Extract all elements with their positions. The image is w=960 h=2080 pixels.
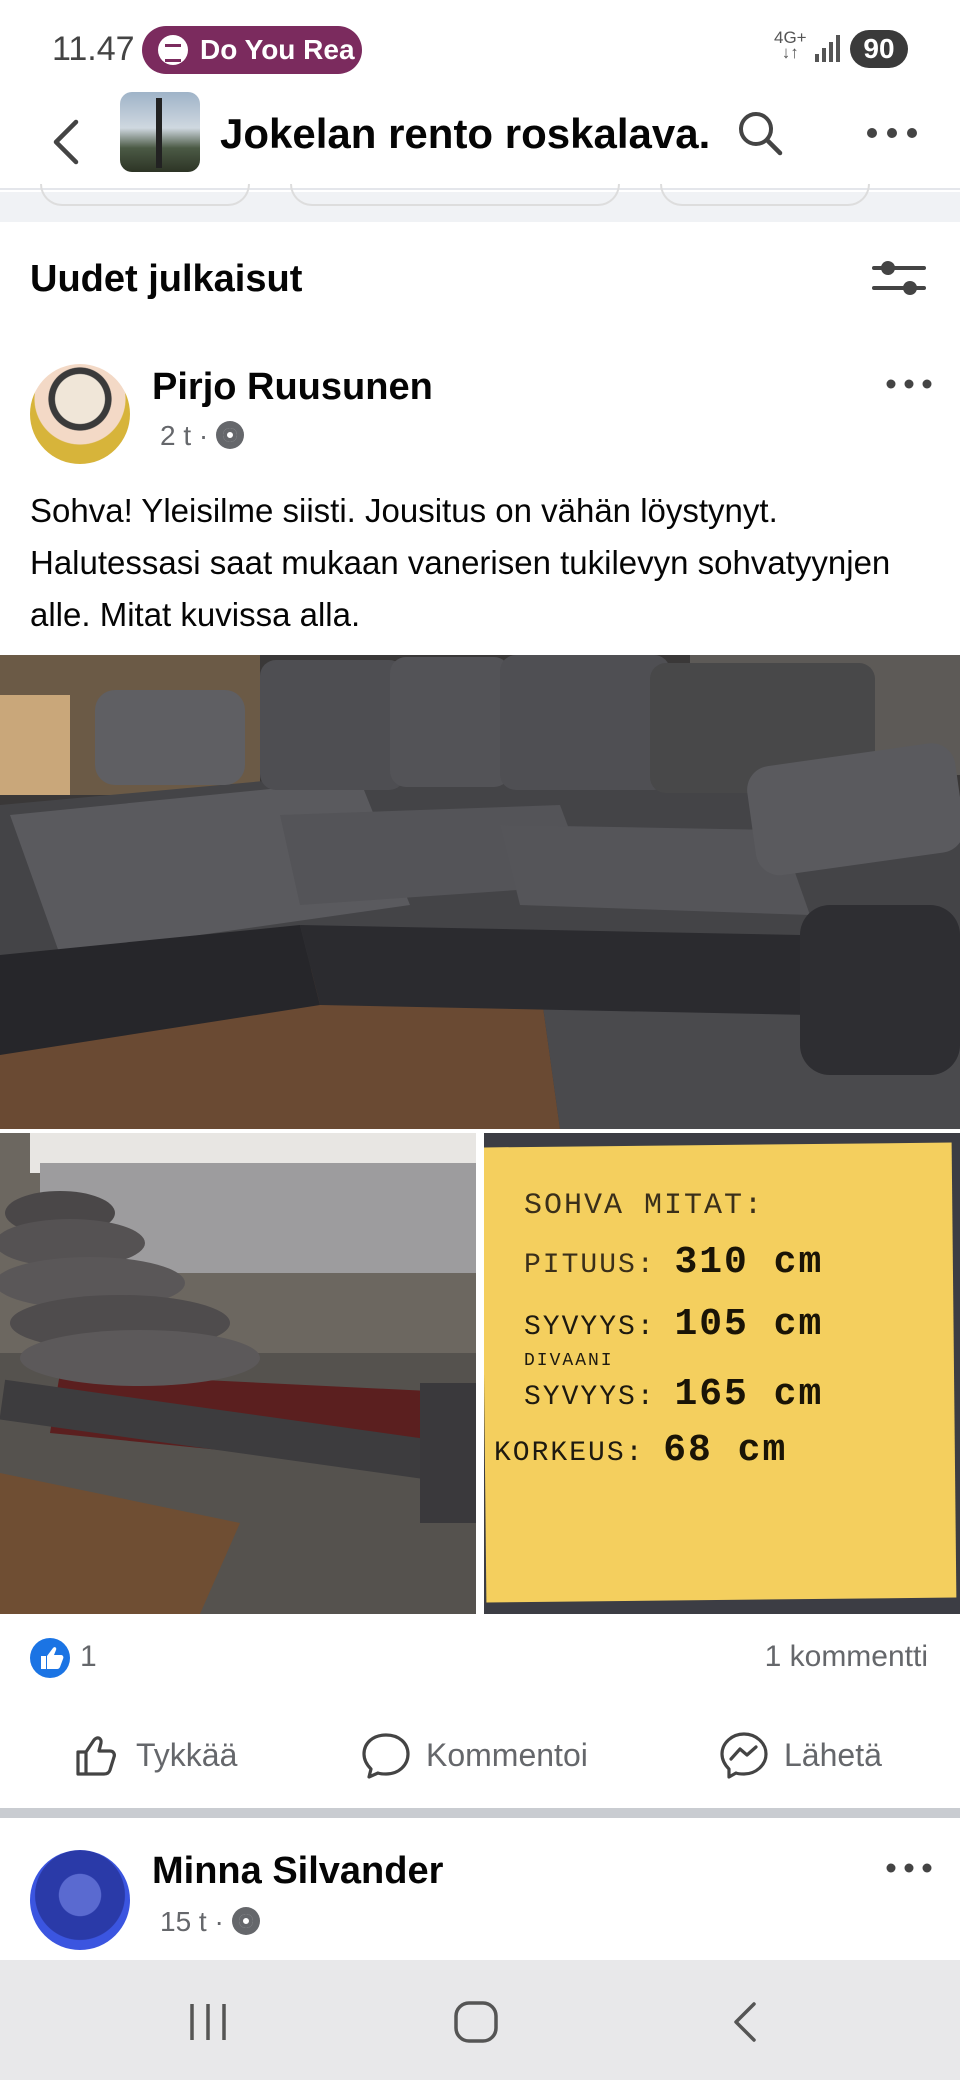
post-photo-frame[interactable] bbox=[0, 1133, 476, 1614]
author-avatar[interactable] bbox=[30, 1850, 130, 1950]
note-label: KORKEUS: bbox=[494, 1438, 645, 1469]
group-avatar[interactable] bbox=[120, 92, 200, 172]
sort-filter-icon[interactable] bbox=[872, 256, 926, 300]
search-icon[interactable] bbox=[735, 108, 785, 158]
signal-icon bbox=[815, 34, 841, 62]
comment-bubble-icon bbox=[362, 1733, 410, 1779]
media-chip[interactable]: Do You Rea bbox=[142, 26, 362, 74]
filter-chip[interactable] bbox=[40, 184, 250, 206]
note-title: SOHVA MITAT: bbox=[524, 1189, 765, 1223]
spotify-icon bbox=[158, 35, 188, 65]
post-time: 2 t · bbox=[160, 420, 209, 451]
post-author[interactable]: Minna Silvander bbox=[152, 1850, 443, 1893]
network-indicator: 4G+ ↓↑ bbox=[774, 29, 807, 62]
comment-button[interactable]: Kommentoi bbox=[360, 1720, 588, 1790]
status-bar: 11.47 Do You Rea 4G+ ↓↑ 90 bbox=[0, 0, 960, 100]
send-button-label: Lähetä bbox=[784, 1736, 882, 1773]
filter-chip[interactable] bbox=[660, 184, 870, 206]
post-author[interactable]: Pirjo Ruusunen bbox=[152, 366, 433, 409]
post-divider bbox=[0, 1808, 960, 1818]
note-label: DIVAANI bbox=[524, 1351, 614, 1371]
post-photo-sofa[interactable] bbox=[0, 655, 960, 1129]
more-icon[interactable] bbox=[865, 118, 919, 148]
post-meta: 15 t · bbox=[160, 1906, 260, 1938]
comment-count[interactable]: 1 kommentti bbox=[765, 1640, 928, 1674]
sofa-photo-illustration bbox=[0, 655, 960, 1129]
section-title: Uudet julkaisut bbox=[30, 258, 303, 300]
post-options-icon[interactable] bbox=[886, 1858, 932, 1878]
post-photo-measurements-note[interactable]: SOHVA MITAT: PITUUS: 310 cm SYVYYS: 105 … bbox=[484, 1133, 960, 1614]
filter-chip[interactable] bbox=[290, 184, 620, 206]
like-button[interactable]: Tykkää bbox=[72, 1720, 237, 1790]
post-text: Sohva! Yleisilme siisti. Jousitus on väh… bbox=[30, 492, 891, 633]
author-avatar[interactable] bbox=[30, 364, 130, 464]
system-nav-bar bbox=[0, 1960, 960, 2080]
status-time: 11.47 bbox=[52, 30, 135, 68]
like-count[interactable]: 1 bbox=[80, 1640, 97, 1674]
battery-indicator: 90 bbox=[850, 30, 908, 68]
back-nav-icon[interactable] bbox=[716, 2000, 776, 2044]
note-value: 310 cm bbox=[674, 1241, 824, 1284]
media-chip-label: Do You Rea bbox=[200, 34, 355, 65]
note-value: 68 cm bbox=[663, 1429, 788, 1472]
post-options-icon[interactable] bbox=[886, 374, 932, 394]
back-icon[interactable] bbox=[40, 112, 100, 172]
like-button-label: Tykkää bbox=[136, 1736, 238, 1773]
public-globe-icon bbox=[216, 421, 245, 449]
home-icon[interactable] bbox=[446, 2000, 506, 2044]
messenger-icon bbox=[720, 1732, 768, 1779]
sofa-frame-illustration bbox=[0, 1133, 476, 1614]
note-label: SYVYYS: bbox=[524, 1382, 656, 1413]
post-meta: 2 t · bbox=[160, 420, 245, 452]
comment-button-label: Kommentoi bbox=[426, 1736, 588, 1773]
like-reaction-icon[interactable] bbox=[30, 1638, 70, 1678]
group-title[interactable]: Jokelan rento roskalava. bbox=[220, 110, 710, 158]
note-value: 165 cm bbox=[674, 1373, 824, 1416]
public-globe-icon bbox=[231, 1907, 260, 1935]
data-arrows-icon: ↓↑ bbox=[781, 43, 799, 62]
note-label: SYVYYS: bbox=[524, 1312, 656, 1343]
note-value: 105 cm bbox=[674, 1303, 824, 1346]
post-time: 15 t · bbox=[160, 1906, 224, 1937]
send-button[interactable]: Lähetä bbox=[718, 1720, 882, 1790]
note-label: PITUUS: bbox=[524, 1250, 656, 1281]
thumbs-up-icon bbox=[76, 1736, 116, 1776]
recent-apps-icon[interactable] bbox=[178, 2000, 238, 2044]
